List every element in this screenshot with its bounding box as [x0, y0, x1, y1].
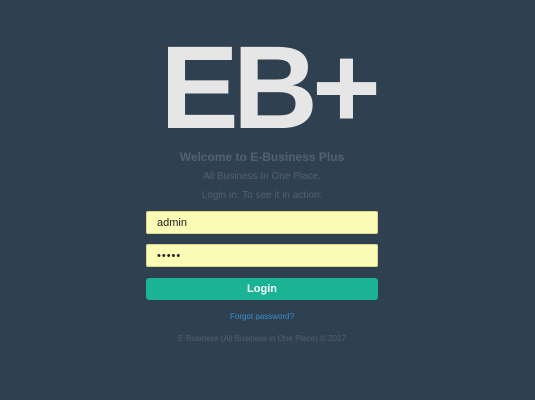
forgot-password-link[interactable]: Forgot password?: [0, 312, 524, 321]
login-button[interactable]: Login: [146, 278, 378, 300]
password-input[interactable]: [146, 244, 378, 267]
footer-copyright: E-Business (All Business in One Place) ©…: [178, 334, 346, 343]
tagline-line-2: Login in. To see it in action.: [201, 190, 323, 201]
tagline-line-1: All Business In One Place.: [203, 171, 321, 182]
app-logo: EB+: [160, 22, 381, 154]
welcome-heading: Welcome to E-Business Plus: [179, 150, 345, 164]
username-input[interactable]: [146, 211, 378, 234]
